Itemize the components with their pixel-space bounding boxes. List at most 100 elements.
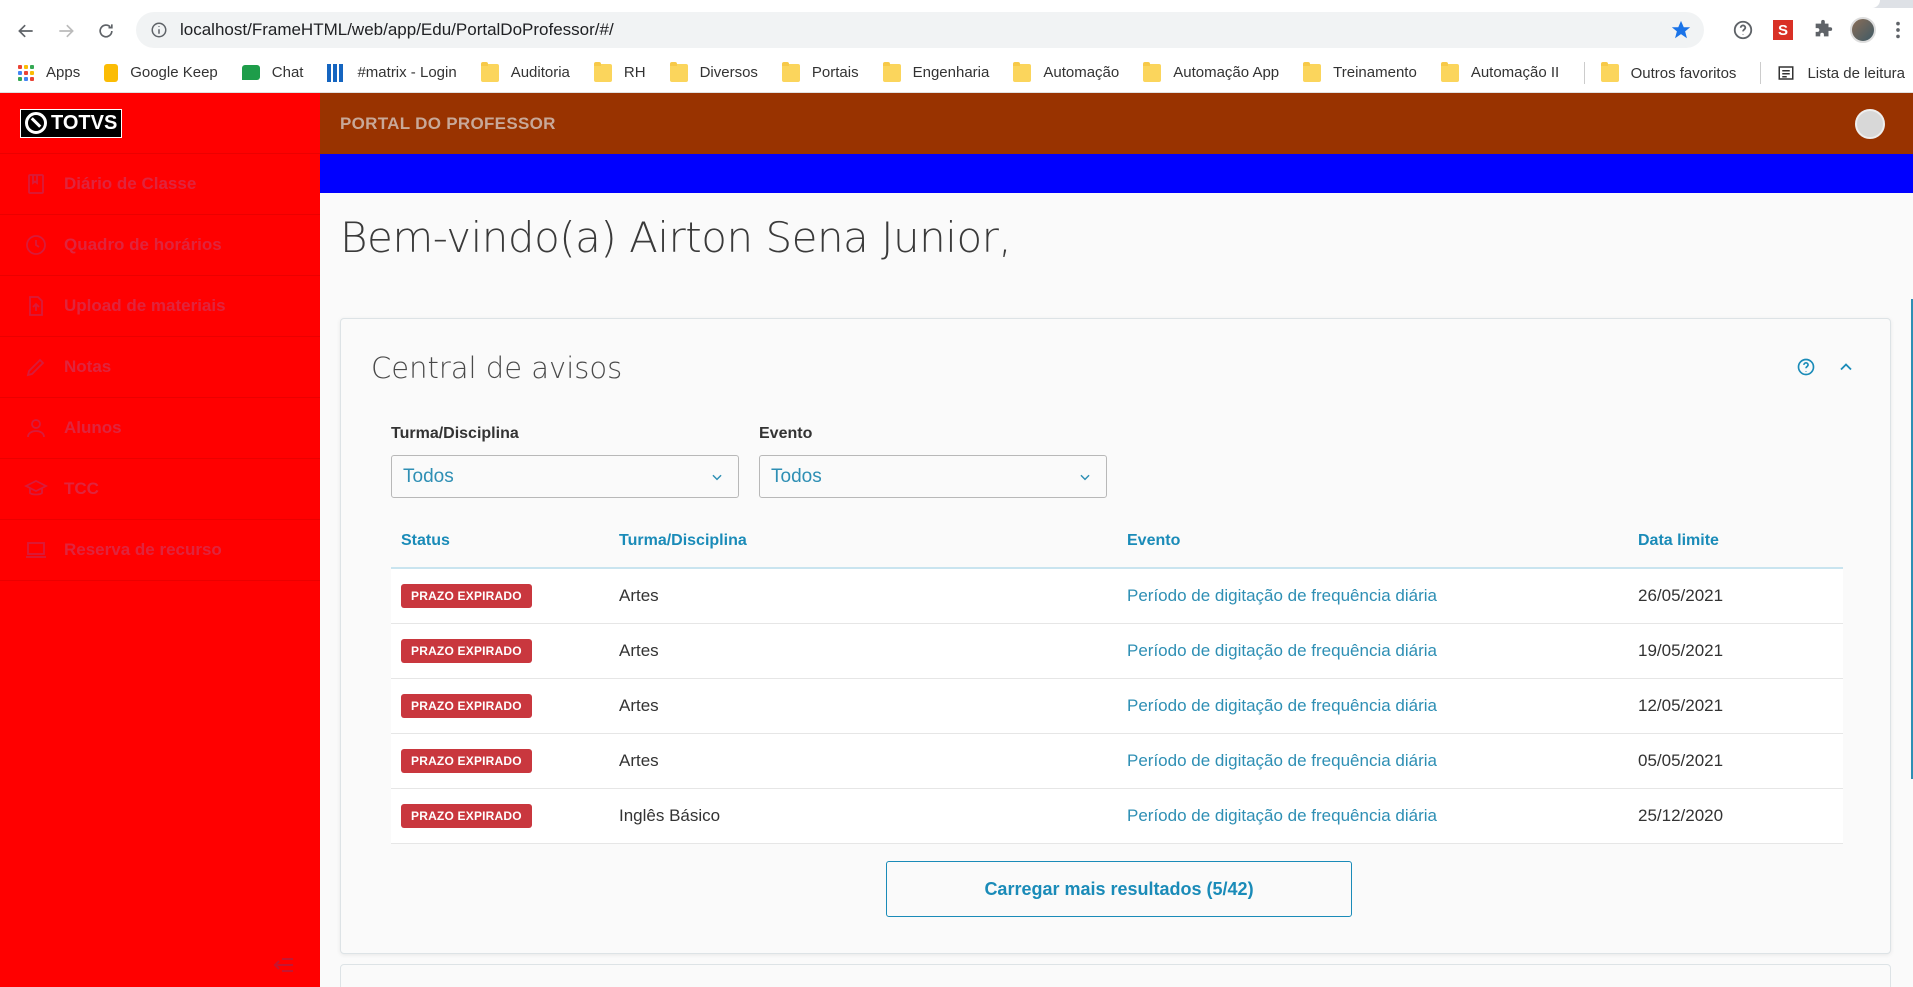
table-header-row: Status Turma/Disciplina Evento Data limi…	[391, 514, 1843, 569]
bookmark-folder-diversos[interactable]: Diversos	[669, 61, 758, 82]
evento-select-value: Todos	[771, 465, 822, 487]
chrome-menu-button[interactable]	[1883, 12, 1913, 48]
sidebar-item-tcc[interactable]: TCC	[0, 459, 320, 520]
profile-avatar	[1850, 17, 1876, 43]
sidebar-item-quadro-de-horarios[interactable]: Quadro de horários	[0, 215, 320, 276]
table-row[interactable]: PRAZO EXPIRADO Artes Período de digitaçã…	[391, 623, 1843, 679]
evento-filter: Evento Todos	[759, 425, 1107, 498]
chevron-down-icon	[712, 474, 722, 481]
sidebar-item-upload-de-materiais[interactable]: Upload de materiais	[0, 276, 320, 337]
collapse-sidebar-icon[interactable]	[272, 953, 296, 977]
welcome-heading: Bem-vindo(a) Airton Sena Junior,	[340, 213, 1012, 262]
card-actions	[1796, 357, 1856, 377]
column-header-status[interactable]: Status	[391, 514, 609, 569]
bookmark-folder-engenharia[interactable]: Engenharia	[882, 61, 989, 82]
laptop-icon	[26, 542, 46, 558]
logo-area: TOTVS	[0, 93, 320, 154]
load-more-button[interactable]: Carregar mais resultados (5/42)	[886, 861, 1352, 917]
profile-button[interactable]	[1843, 12, 1883, 48]
reading-list-button[interactable]: Lista de leitura	[1777, 64, 1905, 82]
evento-link[interactable]: Período de digitação de frequência diári…	[1117, 733, 1628, 789]
sidebar-item-diario-de-classe[interactable]: Diário de Classe	[0, 154, 320, 215]
chevron-down-icon	[1080, 474, 1090, 481]
totvs-logo[interactable]: TOTVS	[20, 108, 123, 138]
apps-grid-icon	[18, 64, 34, 81]
browser-tab-strip	[0, 0, 1913, 8]
help-circle-icon	[1733, 20, 1753, 40]
matrix-icon	[327, 63, 346, 82]
bookmark-chat[interactable]: Chat	[241, 64, 303, 81]
evento-select[interactable]: Todos	[759, 455, 1107, 498]
evento-link[interactable]: Período de digitação de frequência diári…	[1117, 678, 1628, 734]
bookmark-folder-portais[interactable]: Portais	[781, 61, 859, 82]
info-icon[interactable]	[150, 21, 168, 39]
extensions-button[interactable]	[1803, 12, 1843, 48]
bookmark-folder-automacao[interactable]: Automação	[1013, 61, 1119, 82]
browser-toolbar: localhost/FrameHTML/web/app/Edu/PortalDo…	[0, 8, 1913, 53]
status-badge: PRAZO EXPIRADO	[401, 803, 532, 828]
folder-icon	[1013, 61, 1032, 82]
forward-button[interactable]	[46, 11, 86, 51]
address-bar[interactable]: localhost/FrameHTML/web/app/Edu/PortalDo…	[136, 12, 1704, 48]
kebab-menu-icon	[1896, 21, 1900, 39]
bookmarks-right: Outros favoritos Lista de leitura	[1583, 53, 1905, 93]
s-extension-icon: S	[1773, 20, 1793, 40]
table-row[interactable]: PRAZO EXPIRADO Artes Período de digitaçã…	[391, 568, 1843, 624]
column-header-data-limite[interactable]: Data limite	[1628, 514, 1843, 569]
folder-icon	[882, 61, 901, 82]
column-header-evento[interactable]: Evento	[1117, 514, 1628, 569]
bookmark-star-icon[interactable]	[1670, 19, 1692, 41]
column-header-turma[interactable]: Turma/Disciplina	[609, 514, 1117, 569]
keep-icon	[104, 63, 119, 82]
turma-filter: Turma/Disciplina Todos	[391, 425, 739, 498]
bookmark-folder-automacao-ii[interactable]: Automação II	[1440, 61, 1559, 82]
chat-icon	[241, 65, 260, 80]
turma-cell: Inglês Básico	[609, 788, 1117, 844]
graduation-cap-icon	[24, 479, 48, 496]
bookmark-folder-automacao-app[interactable]: Automação App	[1143, 61, 1279, 82]
data-limite-cell: 12/05/2021	[1628, 678, 1843, 734]
book-icon	[28, 174, 44, 194]
turma-cell: Artes	[609, 623, 1117, 679]
help-extension[interactable]	[1723, 12, 1763, 48]
evento-link[interactable]: Período de digitação de frequência diári…	[1117, 568, 1628, 624]
bookmark-folder-auditoria[interactable]: Auditoria	[480, 61, 570, 82]
back-button[interactable]	[6, 11, 46, 51]
sidebar-item-alunos[interactable]: Alunos	[0, 398, 320, 459]
s-extension[interactable]: S	[1763, 12, 1803, 48]
user-avatar[interactable]	[1855, 109, 1885, 139]
table-row[interactable]: PRAZO EXPIRADO Inglês Básico Período de …	[391, 788, 1843, 844]
bookmark-google-keep[interactable]: Google Keep	[104, 63, 218, 82]
evento-filter-label: Evento	[759, 425, 813, 442]
table-row[interactable]: PRAZO EXPIRADO Artes Período de digitaçã…	[391, 678, 1843, 734]
notices-card: Central de avisos Turma/Disciplina Todos…	[340, 318, 1891, 954]
turma-select[interactable]: Todos	[391, 455, 739, 498]
sidebar-item-notas[interactable]: Notas	[0, 337, 320, 398]
reading-list-icon	[1778, 66, 1794, 80]
status-badge: PRAZO EXPIRADO	[401, 583, 532, 608]
reload-icon	[99, 23, 113, 38]
app-header: PORTAL DO PROFESSOR	[320, 93, 1913, 154]
page-title: PORTAL DO PROFESSOR	[340, 113, 556, 133]
bookmark-apps[interactable]: Apps	[18, 64, 80, 81]
url-text[interactable]: localhost/FrameHTML/web/app/Edu/PortalDo…	[180, 20, 614, 40]
help-icon[interactable]	[1796, 357, 1816, 377]
bookmark-folder-treinamento[interactable]: Treinamento	[1303, 61, 1417, 82]
evento-link[interactable]: Período de digitação de frequência diári…	[1117, 623, 1628, 679]
puzzle-icon	[1815, 19, 1833, 37]
chevron-up-icon[interactable]	[1836, 357, 1856, 377]
folder-icon	[781, 61, 800, 82]
bookmark-matrix[interactable]: #matrix - Login	[327, 63, 457, 82]
evento-link[interactable]: Período de digitação de frequência diári…	[1117, 788, 1628, 844]
sidebar: TOTVS Diário de Classe Quadro de horário…	[0, 93, 320, 987]
status-badge: PRAZO EXPIRADO	[401, 693, 532, 718]
table-row[interactable]: PRAZO EXPIRADO Artes Período de digitaçã…	[391, 733, 1843, 789]
upload-file-icon	[29, 296, 43, 316]
bookmarks-separator	[1760, 62, 1762, 84]
sidebar-item-reserva-de-recurso[interactable]: Reserva de recurso	[0, 520, 320, 581]
bookmarks-separator	[1583, 62, 1585, 84]
reload-button[interactable]	[86, 11, 126, 51]
bookmark-other-favorites[interactable]: Outros favoritos	[1600, 62, 1736, 82]
bookmark-folder-rh[interactable]: RH	[593, 61, 646, 82]
folder-icon	[1600, 62, 1619, 82]
